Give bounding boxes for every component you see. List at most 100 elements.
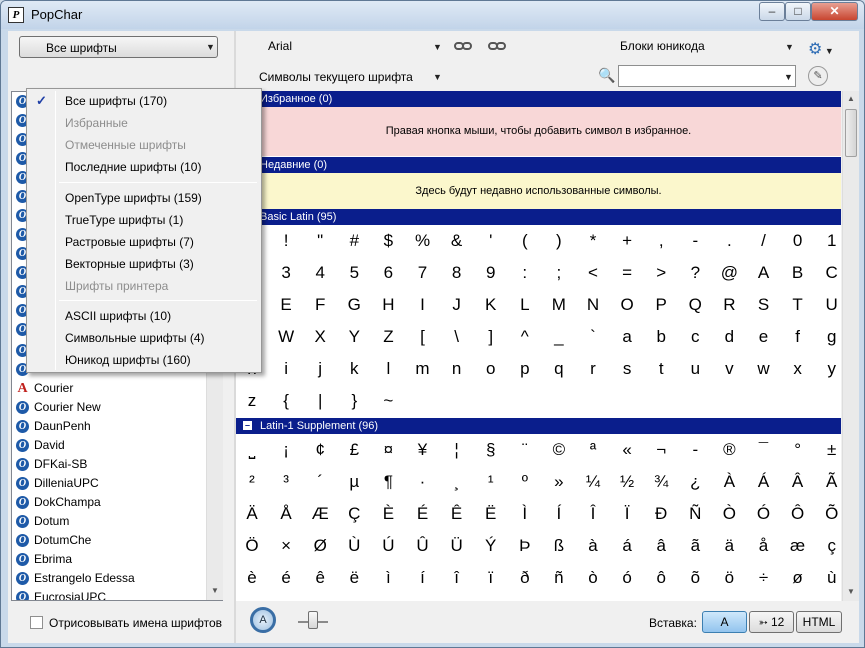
glyph-cell[interactable]: k xyxy=(337,353,371,384)
glyph-cell[interactable]: ¬ xyxy=(644,434,678,465)
glyph-cell[interactable]: Ó xyxy=(747,498,781,529)
scroll-up-icon[interactable]: ▲ xyxy=(843,91,859,107)
pencil-icon[interactable]: ✎ xyxy=(808,66,828,86)
chevron-down-icon[interactable]: ▼ xyxy=(433,42,442,52)
glyph-cell[interactable]: o xyxy=(474,353,508,384)
glyph-cell[interactable]: ä xyxy=(712,530,746,561)
link-icon[interactable] xyxy=(454,42,506,50)
glyph-cell[interactable]: j xyxy=(303,353,337,384)
glyph-cell[interactable]: A xyxy=(747,257,781,288)
glyph-cell[interactable]: ¯ xyxy=(747,434,781,465)
render-names-checkbox[interactable] xyxy=(30,616,43,629)
glyph-cell[interactable]: È xyxy=(371,498,405,529)
search-history-chevron-icon[interactable]: ▼ xyxy=(784,72,793,82)
menu-item[interactable]: ASCII шрифты (10) xyxy=(29,305,259,327)
glyph-cell[interactable]: , xyxy=(644,225,678,256)
glyph-cell[interactable]: J xyxy=(440,289,474,320)
menu-item[interactable]: TrueType шрифты (1) xyxy=(29,209,259,231)
glyph-cell[interactable]: º xyxy=(508,466,542,497)
glyph-cell[interactable]: Q xyxy=(678,289,712,320)
glyph-cell[interactable]: ' xyxy=(474,225,508,256)
glyph-cell[interactable]: ã xyxy=(678,530,712,561)
glyph-cell[interactable]: â xyxy=(644,530,678,561)
glyph-cell[interactable]: z xyxy=(236,385,269,416)
glyph-cell[interactable]: * xyxy=(576,225,610,256)
glyph-cell[interactable]: F xyxy=(303,289,337,320)
collapse-icon[interactable]: – xyxy=(243,421,252,430)
glyph-cell[interactable]: " xyxy=(303,225,337,256)
glyph-cell[interactable]: à xyxy=(576,530,610,561)
font-list-item[interactable]: O DokChampa xyxy=(14,493,206,512)
recent-area[interactable]: Здесь будут недавно использованные симво… xyxy=(236,173,841,209)
glyph-cell[interactable]: U xyxy=(815,289,841,320)
font-list-item[interactable]: O DaunPenh xyxy=(14,417,206,436)
glyph-cell[interactable]: ] xyxy=(474,321,508,352)
glyph-cell[interactable]: § xyxy=(474,434,508,465)
glyph-cell[interactable]: < xyxy=(576,257,610,288)
glyph-cell[interactable]: Ö xyxy=(236,530,269,561)
unicode-blocks-dropdown[interactable]: Блоки юникода xyxy=(620,39,705,53)
glyph-cell[interactable]: Å xyxy=(269,498,303,529)
glyph-cell[interactable]: v xyxy=(712,353,746,384)
glyph-cell[interactable]: [ xyxy=(406,321,440,352)
glyph-cell[interactable]: æ xyxy=(781,530,815,561)
glyph-cell[interactable]: \ xyxy=(440,321,474,352)
font-list-item[interactable]: A Courier xyxy=(14,379,206,398)
glyph-cell[interactable]: ô xyxy=(644,562,678,593)
minimize-button[interactable]: – xyxy=(759,2,785,21)
glyph-cell[interactable]: N xyxy=(576,289,610,320)
glyph-cell[interactable]: 6 xyxy=(371,257,405,288)
glyph-cell[interactable]: p xyxy=(508,353,542,384)
glyph-cell[interactable]: q xyxy=(542,353,576,384)
latin1-header[interactable]: – Latin-1 Supplement (96) xyxy=(236,418,841,434)
glyph-cell[interactable]: g xyxy=(815,321,841,352)
glyph-cell[interactable]: f xyxy=(781,321,815,352)
glyph-cell[interactable]: î xyxy=(440,562,474,593)
menu-item[interactable]: Символьные шрифты (4) xyxy=(29,327,259,349)
glyph-cell[interactable]: © xyxy=(542,434,576,465)
font-list-item[interactable]: O David xyxy=(14,436,206,455)
favorites-header[interactable]: – Избранное (0) xyxy=(236,91,841,107)
glyph-cell[interactable]: ó xyxy=(610,562,644,593)
glyph-cell[interactable]: ¥ xyxy=(406,434,440,465)
menu-item[interactable]: Растровые шрифты (7) xyxy=(29,231,259,253)
glyph-cell[interactable]: í xyxy=(406,562,440,593)
glyph-cell[interactable]: P xyxy=(644,289,678,320)
glyph-cell[interactable]: « xyxy=(610,434,644,465)
glyph-cell[interactable]: Î xyxy=(576,498,610,529)
glyph-cell[interactable]: è xyxy=(236,562,269,593)
glyph-cell[interactable]: Æ xyxy=(303,498,337,529)
menu-item[interactable]: Векторные шрифты (3) xyxy=(29,253,259,275)
glyph-cell[interactable]: r xyxy=(576,353,610,384)
glyph-cell[interactable]: X xyxy=(303,321,337,352)
glyph-cell[interactable]: · xyxy=(406,466,440,497)
glyph-cell[interactable]: £ xyxy=(337,434,371,465)
glyph-cell[interactable]: × xyxy=(269,530,303,561)
glyph-cell[interactable]: ¨ xyxy=(508,434,542,465)
chevron-down-icon[interactable]: ▼ xyxy=(785,42,794,52)
glyph-cell[interactable]: ç xyxy=(815,530,841,561)
glyph-cell[interactable]: E xyxy=(269,289,303,320)
glyph-cell[interactable]: ± xyxy=(815,434,841,465)
scroll-thumb[interactable] xyxy=(845,109,857,157)
menu-item[interactable]: Юникод шрифты (160) xyxy=(29,349,259,371)
glyph-cell[interactable]: $ xyxy=(371,225,405,256)
glyph-cell[interactable]: ð xyxy=(508,562,542,593)
glyph-cell[interactable]: Y xyxy=(337,321,371,352)
glyph-cell[interactable]: ¦ xyxy=(440,434,474,465)
glyph-cell[interactable]: 3 xyxy=(269,257,303,288)
favorites-area[interactable]: Правая кнопка мыши, чтобы добавить симво… xyxy=(236,107,841,156)
glyph-cell[interactable]: Ô xyxy=(781,498,815,529)
glyph-cell[interactable]: { xyxy=(269,385,303,416)
glyph-cell[interactable]: ¿ xyxy=(678,466,712,497)
glyph-cell[interactable]: R xyxy=(712,289,746,320)
glyph-cell[interactable]: # xyxy=(337,225,371,256)
glyph-cell[interactable]: T xyxy=(781,289,815,320)
glyph-cell[interactable]: m xyxy=(406,353,440,384)
glyph-cell[interactable]: I xyxy=(406,289,440,320)
glyph-cell[interactable]: ( xyxy=(508,225,542,256)
glyph-cell[interactable]: å xyxy=(747,530,781,561)
close-button[interactable]: ✕ xyxy=(811,2,858,21)
glyph-cell[interactable]: ⎵ xyxy=(236,434,269,465)
glyph-cell[interactable]: ² xyxy=(236,466,269,497)
